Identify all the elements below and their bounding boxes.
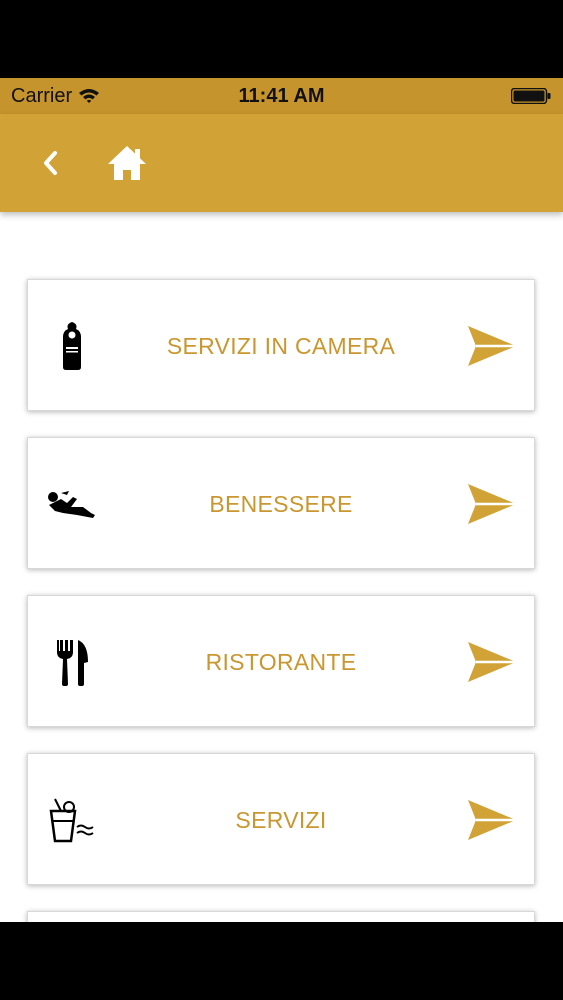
- status-left: Carrier: [0, 85, 100, 108]
- app-screen: Carrier 11:41 AM SERVIZI IN CAMERA BENES…: [0, 78, 563, 922]
- drink-pool-icon: [44, 792, 100, 848]
- send-arrow-icon: [468, 326, 516, 366]
- menu-item-benessere[interactable]: BENESSERE: [27, 437, 535, 569]
- menu-item-label: SERVIZI: [235, 806, 327, 833]
- battery-icon: [511, 88, 551, 104]
- menu-item-ristorante[interactable]: RISTORANTE: [27, 595, 535, 727]
- send-arrow-icon: [468, 642, 516, 682]
- navigation-bar: [0, 114, 563, 212]
- wifi-icon: [79, 89, 100, 103]
- home-icon: [108, 146, 146, 180]
- menu-item-servizi[interactable]: SERVIZI: [27, 753, 535, 885]
- carrier-label: Carrier: [11, 84, 73, 107]
- menu-item-servizi-in-camera[interactable]: SERVIZI IN CAMERA: [27, 279, 535, 411]
- send-arrow-icon: [468, 800, 516, 840]
- home-button[interactable]: [100, 138, 154, 188]
- menu-item-label: RISTORANTE: [205, 648, 357, 675]
- status-bar: Carrier 11:41 AM: [0, 78, 563, 114]
- door-hanger-icon: [44, 318, 100, 374]
- send-arrow-icon: [468, 484, 516, 524]
- menu-item-label: SERVIZI IN CAMERA: [166, 332, 396, 359]
- relaxing-person-icon: [44, 476, 100, 532]
- menu-item-partial[interactable]: [27, 911, 535, 922]
- chevron-left-icon: [44, 151, 57, 175]
- menu-item-label: BENESSERE: [209, 490, 353, 517]
- back-button[interactable]: [30, 140, 70, 186]
- fork-knife-icon: [44, 634, 100, 690]
